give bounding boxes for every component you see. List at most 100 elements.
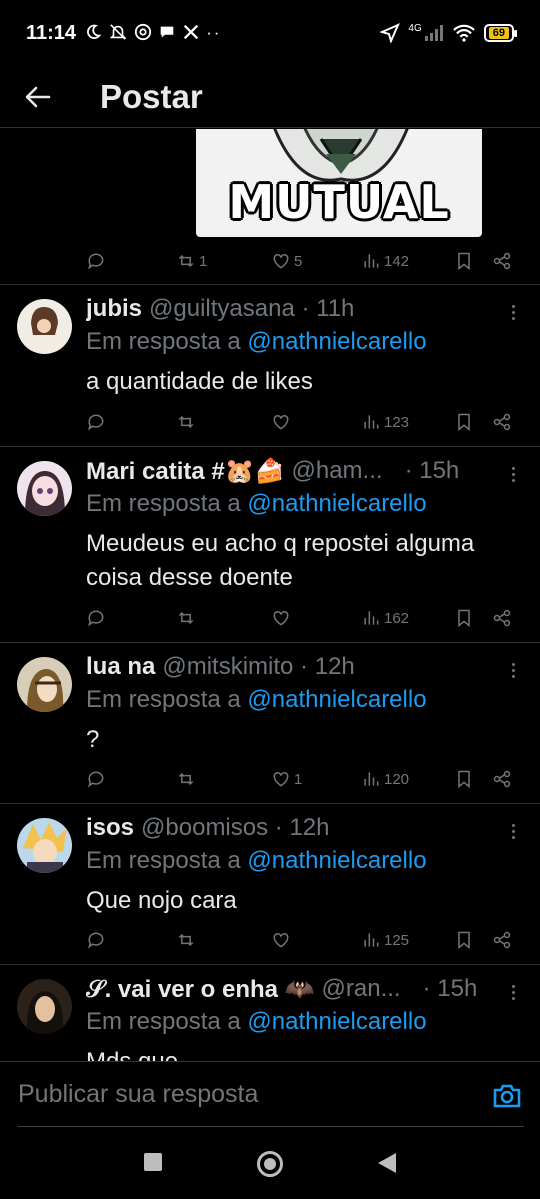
bookmark-button[interactable] — [454, 769, 474, 789]
handle-and-time[interactable]: @mitskimito · 12h — [162, 653, 354, 681]
mention-link[interactable]: @nathnielcarello — [247, 1008, 426, 1035]
heart-icon — [273, 610, 289, 626]
page-title: Postar — [100, 77, 203, 115]
repost-button[interactable] — [176, 769, 196, 789]
reply-button[interactable] — [86, 412, 106, 432]
reply-tweet[interactable]: Mari catita #🐹🍰 @ham... · 15h Em respost… — [0, 446, 540, 642]
bookmark-button[interactable] — [454, 608, 474, 628]
timestamp[interactable]: · 15h — [423, 975, 478, 1003]
bookmark-button[interactable] — [454, 412, 474, 432]
avatar[interactable] — [17, 657, 72, 712]
reply-icon — [88, 932, 104, 949]
reply-button[interactable] — [86, 769, 106, 789]
display-name[interactable]: jubis — [86, 295, 142, 323]
timestamp[interactable]: · 15h — [405, 457, 460, 485]
wifi-icon — [452, 24, 475, 42]
more-options-button[interactable] — [508, 459, 518, 489]
repost-button[interactable] — [176, 608, 196, 628]
views-count: 142 — [384, 252, 410, 270]
back-button[interactable] — [18, 77, 58, 117]
like-button[interactable]: 1 — [271, 769, 302, 789]
heart-icon — [273, 253, 289, 269]
share-icon — [493, 931, 511, 949]
tweet-header: 𝒮. vai ver o enha 🦇 @ran... · 15h — [86, 972, 490, 1006]
share-button[interactable] — [492, 412, 512, 432]
handle-and-time[interactable]: @guiltyasana · 11h — [149, 295, 354, 323]
like-button[interactable] — [271, 412, 291, 432]
tweet-text: Meudeus eu acho q repostei alguma coisa … — [86, 530, 475, 591]
post-action-bar: 1 5 142 — [86, 246, 526, 276]
handle[interactable]: @ham... — [292, 457, 383, 485]
handle[interactable]: @ran... — [322, 975, 401, 1003]
mention-link[interactable]: @nathnielcarello — [247, 847, 426, 874]
reply-button[interactable] — [86, 251, 106, 271]
mention-link[interactable]: @nathnielcarello — [247, 328, 426, 355]
display-name[interactable]: Mari catita #🐹🍰 — [86, 457, 285, 486]
views-button[interactable]: 123 — [361, 412, 409, 432]
views-icon — [364, 415, 379, 429]
bookmark-button[interactable] — [454, 251, 474, 271]
mention-link[interactable]: @nathnielcarello — [247, 686, 426, 713]
system-navigation-bar — [0, 1128, 540, 1199]
more-options-button[interactable] — [508, 297, 518, 327]
bookmark-icon — [458, 609, 470, 628]
camera-icon — [493, 1084, 521, 1108]
more-status-icon: ·· — [206, 23, 222, 42]
avatar[interactable] — [17, 461, 72, 516]
views-icon — [364, 772, 379, 786]
repost-button[interactable] — [176, 412, 196, 432]
tweet-text: a quantidade de likes — [86, 368, 313, 395]
share-button[interactable] — [492, 608, 512, 628]
mention-link[interactable]: @nathnielcarello — [247, 490, 426, 517]
location-icon — [380, 23, 401, 43]
repost-icon — [178, 415, 194, 429]
heart-icon — [273, 771, 289, 787]
reply-button[interactable] — [86, 608, 106, 628]
share-button[interactable] — [492, 930, 512, 950]
views-button[interactable]: 162 — [361, 608, 409, 628]
notifications-off-icon — [109, 24, 127, 40]
reply-thread[interactable]: MUTUAL 1 5 142 jubis @guiltyasana · 11h … — [0, 129, 540, 1061]
back-nav-button[interactable] — [376, 1152, 398, 1174]
reply-button[interactable] — [86, 930, 106, 950]
display-name[interactable]: 𝒮. vai ver o enha 🦇 — [86, 975, 315, 1004]
more-options-button[interactable] — [508, 655, 518, 685]
battery-icon: 69 — [483, 24, 518, 42]
views-button[interactable]: 120 — [361, 769, 409, 789]
home-button[interactable] — [256, 1150, 284, 1178]
share-button[interactable] — [492, 769, 512, 789]
avatar[interactable] — [17, 818, 72, 873]
reply-input[interactable] — [18, 1080, 458, 1109]
more-options-button[interactable] — [508, 816, 518, 846]
reply-tweet[interactable]: lua na @mitskimito · 12h Em resposta a @… — [0, 642, 540, 803]
like-button[interactable]: 5 — [271, 251, 302, 271]
bookmark-icon — [458, 252, 470, 271]
tweet-header: Mari catita #🐹🍰 @ham... · 15h — [86, 454, 490, 488]
bookmark-button[interactable] — [454, 930, 474, 950]
views-button[interactable]: 142 — [361, 251, 409, 271]
repost-icon — [178, 254, 194, 268]
reply-tweet[interactable]: 𝒮. vai ver o enha 🦇 @ran... · 15h Em res… — [0, 964, 540, 1061]
battery-level: 69 — [488, 27, 509, 39]
reply-tweet[interactable]: jubis @guiltyasana · 11h Em resposta a @… — [0, 284, 540, 446]
reply-tweet[interactable]: isos @boomisos · 12h Em resposta a @nath… — [0, 803, 540, 964]
like-button[interactable] — [271, 608, 291, 628]
bookmark-icon — [458, 770, 470, 789]
share-button[interactable] — [492, 251, 512, 271]
handle-and-time[interactable]: @boomisos · 12h — [141, 814, 329, 842]
threads-icon — [134, 23, 152, 41]
repost-button[interactable] — [176, 930, 196, 950]
recents-button[interactable] — [143, 1152, 163, 1172]
avatar[interactable] — [17, 979, 72, 1034]
display-name[interactable]: lua na — [86, 653, 155, 681]
avatar[interactable] — [17, 299, 72, 354]
views-button[interactable]: 125 — [361, 930, 409, 950]
repost-button[interactable]: 1 — [176, 251, 207, 271]
post-image[interactable]: MUTUAL — [196, 129, 482, 237]
more-options-button[interactable] — [508, 977, 518, 1007]
camera-button[interactable] — [492, 1082, 522, 1110]
display-name[interactable]: isos — [86, 814, 134, 842]
tweet-action-bar: 1 120 — [86, 764, 526, 794]
reply-context: Em resposta a @nathnielcarello — [86, 328, 427, 356]
like-button[interactable] — [271, 930, 291, 950]
